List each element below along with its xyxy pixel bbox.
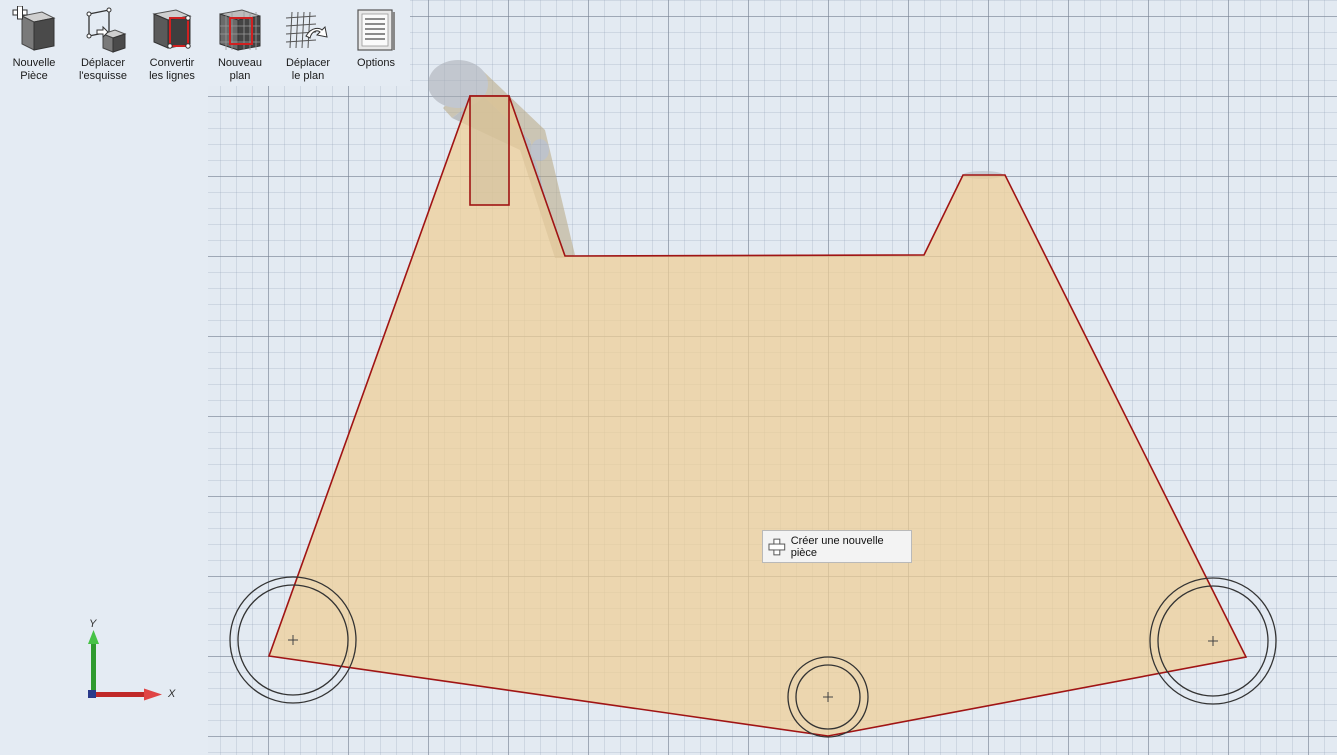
options-icon bbox=[357, 9, 395, 51]
sketch-canvas[interactable] bbox=[208, 0, 1337, 755]
convert-lines-label: Convertir les lignes bbox=[149, 57, 195, 82]
options-button[interactable]: Options bbox=[342, 0, 410, 86]
move-sketch-label: Déplacer l'esquisse bbox=[79, 57, 127, 82]
convert-lines-icon bbox=[152, 9, 192, 49]
cad-window: Nouvelle Pièce Déplacer l'esquisse Conve… bbox=[0, 0, 1337, 755]
plus-icon bbox=[768, 538, 786, 555]
tooltip-text: Créer une nouvelle pièce bbox=[790, 534, 884, 559]
convert-lines-button[interactable]: Convertir les lignes bbox=[138, 0, 206, 86]
move-sketch-button[interactable]: Déplacer l'esquisse bbox=[68, 0, 138, 86]
new-plane-icon bbox=[219, 9, 261, 51]
move-plane-button[interactable]: Déplacer le plan bbox=[274, 0, 342, 86]
new-part-button[interactable]: Nouvelle Pièce bbox=[0, 0, 68, 86]
move-plane-icon bbox=[285, 11, 328, 49]
ribbon-toolbar: Nouvelle Pièce Déplacer l'esquisse Conve… bbox=[0, 0, 410, 86]
new-part-label: Nouvelle Pièce bbox=[12, 57, 56, 82]
axis-triad: Y X bbox=[82, 618, 192, 708]
tooltip: Créer une nouvelle pièce bbox=[762, 530, 912, 563]
new-part-icon bbox=[12, 6, 56, 51]
y-axis-label: Y bbox=[89, 618, 97, 630]
x-axis-label: X bbox=[168, 688, 176, 700]
move-sketch-icon bbox=[86, 7, 127, 53]
options-label: Options bbox=[357, 57, 395, 69]
new-plane-button[interactable]: Nouveau plan bbox=[206, 0, 274, 86]
move-plane-label: Déplacer le plan bbox=[285, 57, 331, 82]
axis-triad-icon bbox=[88, 630, 162, 701]
new-plane-label: Nouveau plan bbox=[217, 57, 263, 82]
